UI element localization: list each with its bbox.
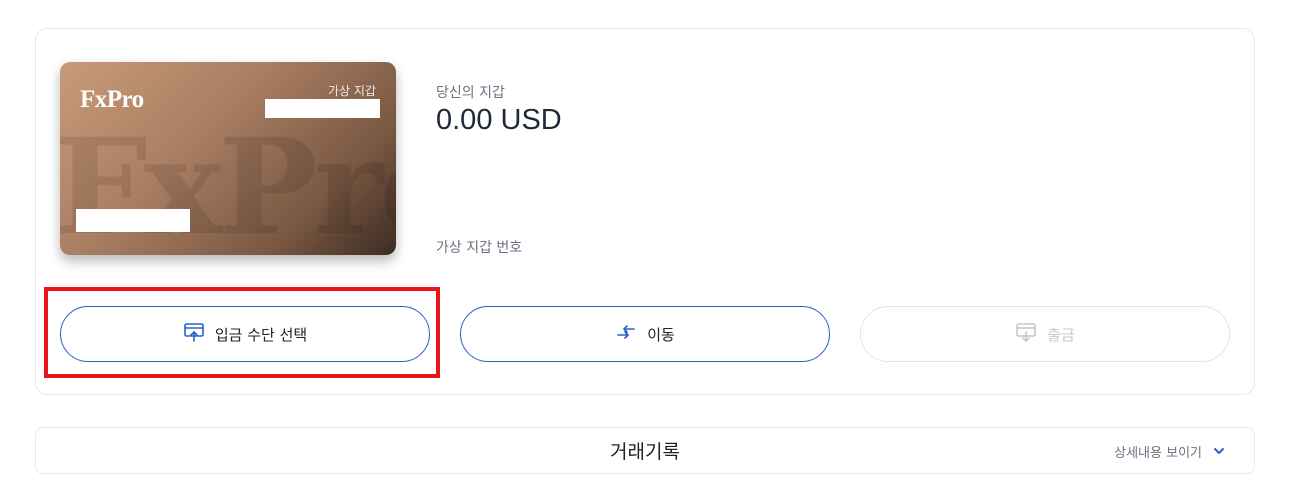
wallet-panel: FxPro FxPro 가상 지갑 당신의 지갑 0.00 USD 가상 지갑 … <box>35 28 1255 395</box>
deposit-upload-icon <box>183 321 205 347</box>
redacted-wallet-id <box>265 99 380 118</box>
card-watermark: FxPro <box>60 110 396 255</box>
transaction-history-bar: 거래기록 상세내용 보이기 <box>35 427 1255 474</box>
deposit-button-label: 입금 수단 선택 <box>214 325 308 344</box>
virtual-wallet-card: FxPro FxPro 가상 지갑 <box>60 62 396 255</box>
withdraw-download-icon <box>1015 321 1037 347</box>
fxpro-logo: FxPro <box>80 86 144 113</box>
chevron-down-icon <box>1212 441 1226 462</box>
transaction-history-title: 거래기록 <box>610 441 680 463</box>
withdraw-button-label: 출금 <box>1047 325 1075 344</box>
withdraw-button[interactable]: 출금 <box>860 306 1230 362</box>
card-type-label: 가상 지갑 <box>328 84 376 98</box>
wallet-number-label: 가상 지갑 번호 <box>436 240 523 256</box>
wallet-label: 당신의 지갑 <box>436 85 505 101</box>
transfer-button-label: 이동 <box>647 325 675 344</box>
show-details-toggle[interactable]: 상세내용 보이기 <box>1114 441 1226 462</box>
redacted-card-number <box>76 209 190 232</box>
transfer-arrows-icon <box>615 321 637 347</box>
show-details-label: 상세내용 보이기 <box>1114 446 1202 461</box>
transfer-button[interactable]: 이동 <box>460 306 830 362</box>
deposit-method-button[interactable]: 입금 수단 선택 <box>60 306 430 362</box>
wallet-balance: 0.00 USD <box>436 104 562 136</box>
